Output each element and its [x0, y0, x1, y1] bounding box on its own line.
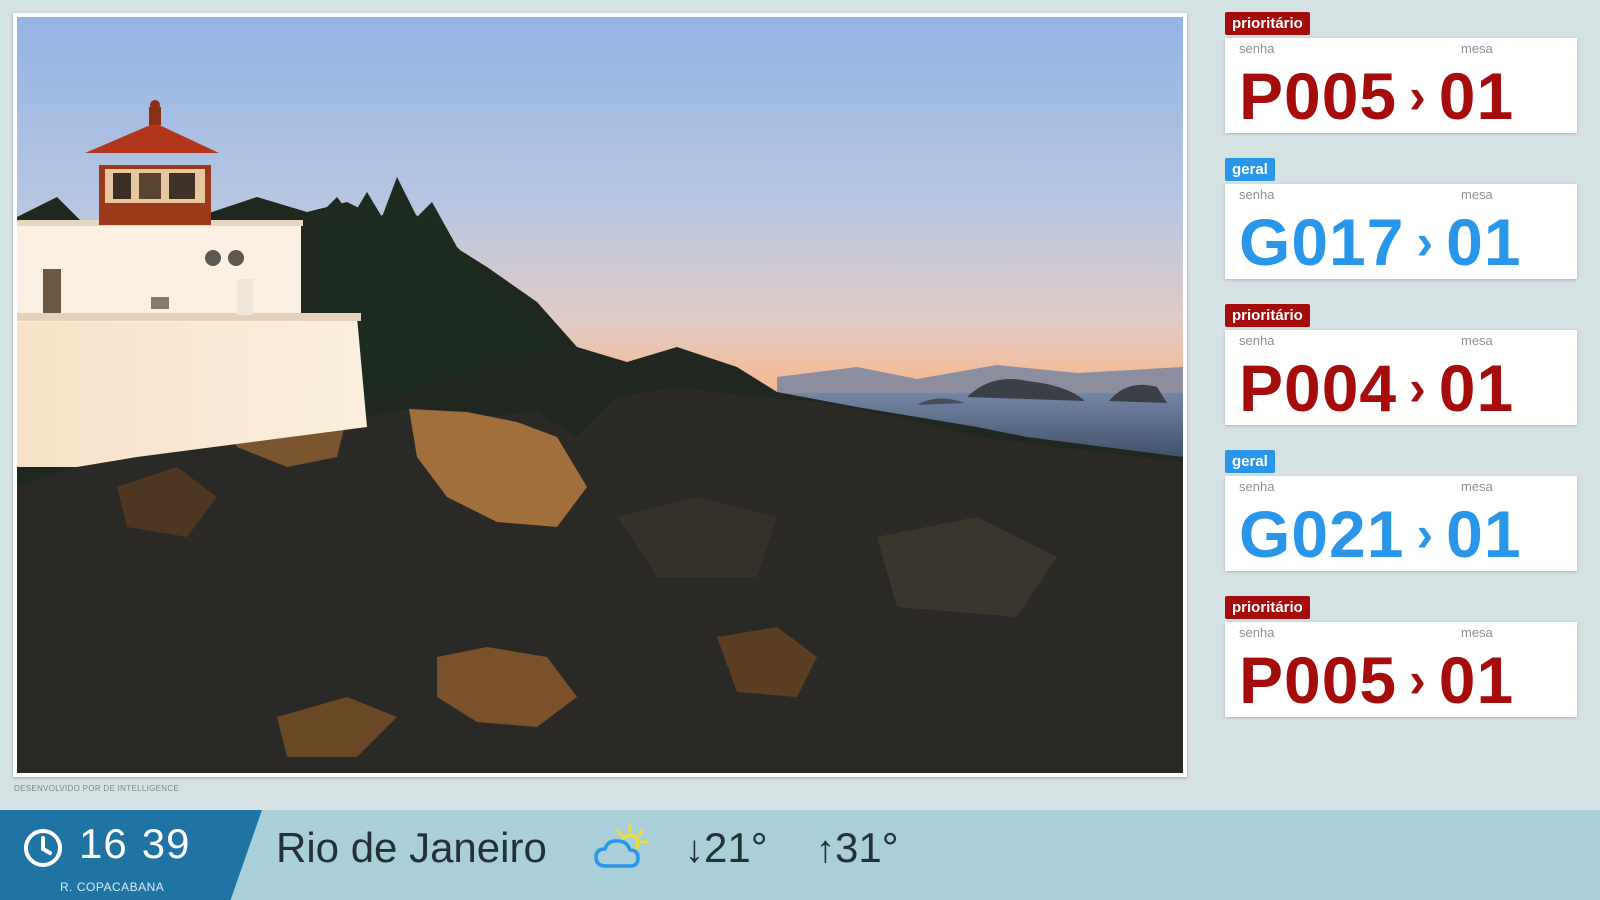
ticket-type-badge: prioritário: [1225, 304, 1310, 327]
ticket-card: senha mesa P005 › 01: [1225, 38, 1577, 133]
ticket-call-item: prioritário senha mesa P005 › 01: [1225, 596, 1577, 720]
ticket-code: P005: [1239, 643, 1398, 717]
senha-label: senha: [1239, 187, 1275, 202]
ticket-type-badge: prioritário: [1225, 12, 1310, 35]
temp-min: ↓21°: [685, 824, 768, 872]
ticket-call-item: geral senha mesa G017 › 01: [1225, 158, 1577, 282]
ticket-number: P005 › 01: [1239, 60, 1514, 138]
current-time: 16 39: [79, 820, 190, 868]
arrow-up-icon: ↑: [816, 829, 835, 871]
ticket-card: senha mesa P004 › 01: [1225, 330, 1577, 425]
senha-label: senha: [1239, 41, 1275, 56]
ticket-type-badge: geral: [1225, 450, 1275, 473]
lighthouse-photo: [17, 17, 1183, 773]
ticket-number: G017 › 01: [1239, 206, 1522, 284]
ticket-call-item: geral senha mesa G021 › 01: [1225, 450, 1577, 574]
desk-number: 01: [1438, 59, 1515, 133]
senha-label: senha: [1239, 625, 1275, 640]
ticket-number: P005 › 01: [1239, 644, 1514, 722]
chevron-right-icon: ›: [1409, 68, 1427, 124]
ticket-number: P004 › 01: [1239, 352, 1514, 430]
ticket-card: senha mesa P005 › 01: [1225, 622, 1577, 717]
ticket-code: P005: [1239, 59, 1398, 133]
ticket-code: G021: [1239, 497, 1405, 571]
time-minute: 39: [141, 820, 191, 867]
ticket-card: senha mesa G017 › 01: [1225, 184, 1577, 279]
temp-max-value: 31°: [835, 824, 899, 871]
chevron-right-icon: ›: [1409, 652, 1427, 708]
mesa-label: mesa: [1461, 41, 1493, 56]
arrow-down-icon: ↓: [685, 829, 704, 871]
info-footer: 16 39 R. COPACABANA Rio de Janeiro ↓21° ↑…: [0, 810, 1600, 900]
ticket-call-item: prioritário senha mesa P005 › 01: [1225, 12, 1577, 136]
ticket-card: senha mesa G021 › 01: [1225, 476, 1577, 571]
credit-text: DESENVOLVIDO POR DE INTELLIGENCE: [14, 784, 180, 793]
chevron-right-icon: ›: [1416, 506, 1435, 562]
media-panel: [13, 13, 1187, 777]
mesa-label: mesa: [1461, 625, 1493, 640]
chevron-right-icon: ›: [1409, 360, 1427, 416]
clock-panel: 16 39 R. COPACABANA: [0, 810, 262, 900]
mesa-label: mesa: [1461, 187, 1493, 202]
chevron-right-icon: ›: [1416, 214, 1435, 270]
city-name: Rio de Janeiro: [276, 824, 547, 871]
ticket-call-item: prioritário senha mesa P004 › 01: [1225, 304, 1577, 428]
temp-max: ↑31°: [816, 824, 899, 872]
ticket-number: G021 › 01: [1239, 498, 1522, 576]
mesa-label: mesa: [1461, 479, 1493, 494]
ticket-code: G017: [1239, 205, 1405, 279]
time-hour: 16: [79, 820, 128, 867]
partly-cloudy-icon: [594, 824, 649, 868]
ticket-type-badge: prioritário: [1225, 596, 1310, 619]
temp-min-value: 21°: [704, 824, 768, 871]
desk-number: 01: [1438, 643, 1515, 717]
ticket-code: P004: [1239, 351, 1398, 425]
senha-label: senha: [1239, 479, 1275, 494]
senha-label: senha: [1239, 333, 1275, 348]
ticket-type-badge: geral: [1225, 158, 1275, 181]
desk-number: 01: [1446, 205, 1522, 279]
location-label: R. COPACABANA: [60, 880, 165, 894]
desk-number: 01: [1438, 351, 1515, 425]
clock-icon: [24, 829, 62, 867]
mesa-label: mesa: [1461, 333, 1493, 348]
desk-number: 01: [1446, 497, 1522, 571]
